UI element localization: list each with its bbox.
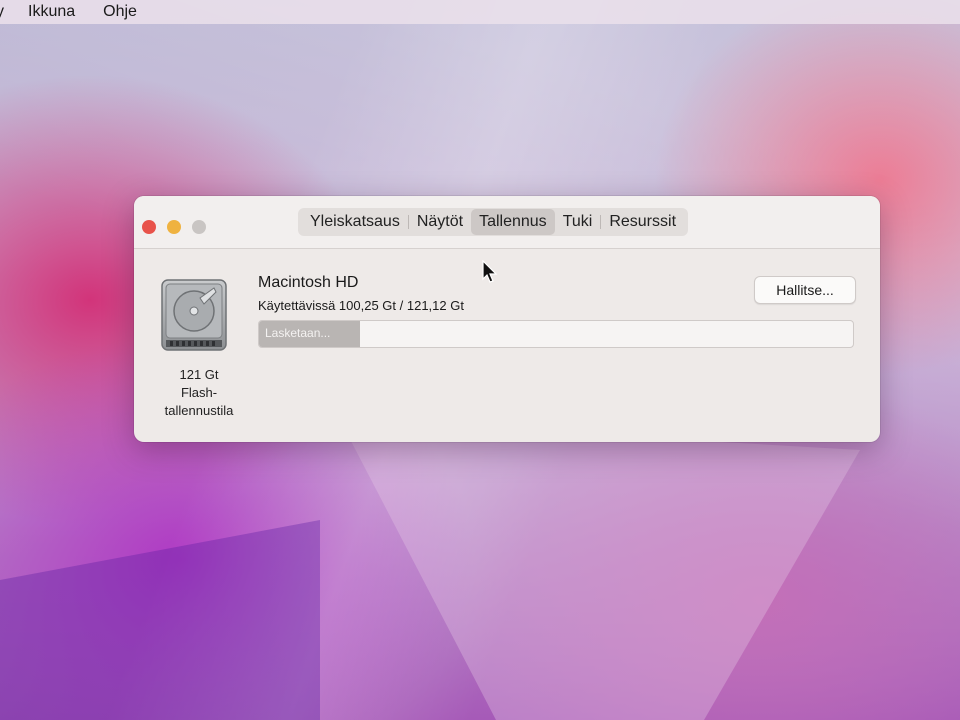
disk-capacity: 121 Gt (179, 367, 219, 382)
close-button[interactable] (142, 220, 156, 234)
zoom-button (192, 220, 206, 234)
minimize-button[interactable] (167, 220, 181, 234)
storage-bar-label: Lasketaan... (265, 326, 331, 340)
tab-resources[interactable]: Resurssit (601, 209, 684, 235)
wallpaper-shape (0, 520, 320, 720)
title-bar: Yleiskatsaus Näytöt Tallennus Tuki Resur… (134, 196, 880, 249)
tab-overview[interactable]: Yleiskatsaus (302, 209, 408, 235)
wallpaper-shape (340, 420, 860, 720)
tab-bar: Yleiskatsaus Näytöt Tallennus Tuki Resur… (298, 208, 689, 236)
disk-type-line1: Flash- (180, 385, 218, 400)
manage-button[interactable]: Hallitse... (754, 276, 856, 304)
tab-displays[interactable]: Näytöt (409, 209, 471, 235)
volume-available: Käytettävissä 100,25 Gt / 121,12 Gt (258, 298, 464, 313)
disk-caption: 121 Gt Flash- tallennustila (144, 366, 254, 420)
menu-item-window[interactable]: Ikkuna (28, 3, 75, 21)
storage-bar: Lasketaan... (258, 320, 854, 348)
about-this-mac-window: Yleiskatsaus Näytöt Tallennus Tuki Resur… (134, 196, 880, 442)
volume-name: Macintosh HD (258, 274, 359, 291)
disk-type-line2: tallennustila (164, 403, 234, 418)
menu-bar: y Ikkuna Ohje (0, 0, 960, 24)
hard-drive-icon (160, 278, 228, 352)
tab-support[interactable]: Tuki (555, 209, 601, 235)
mouse-cursor-icon (482, 259, 498, 284)
menu-item-partial[interactable]: y (0, 3, 4, 21)
tab-storage[interactable]: Tallennus (471, 209, 555, 235)
menu-item-help[interactable]: Ohje (103, 3, 137, 21)
